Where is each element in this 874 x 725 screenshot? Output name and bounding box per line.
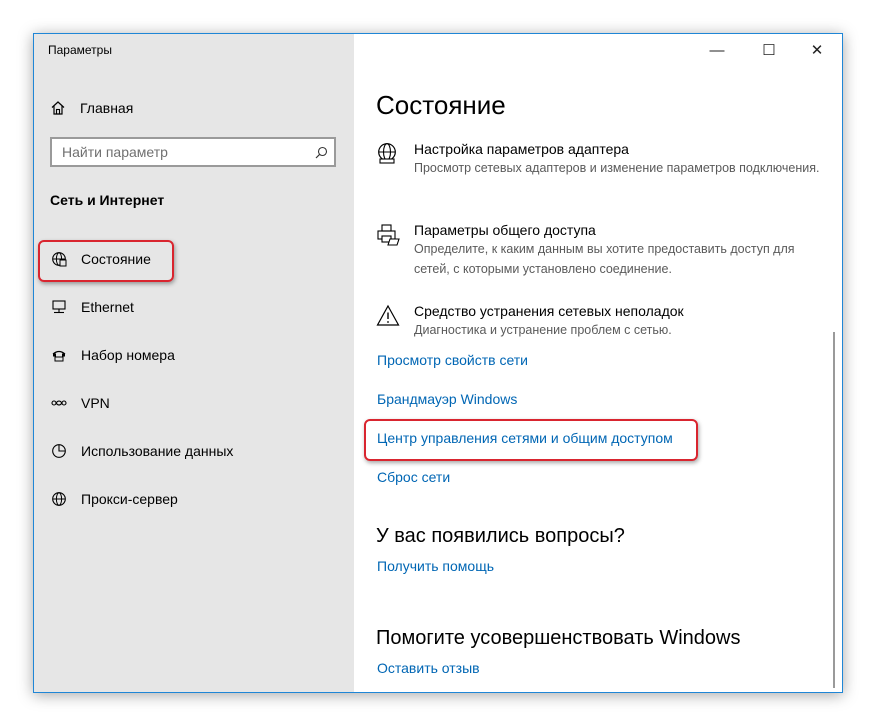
network-sharing-center-link[interactable]: Центр управления сетями и общим доступом xyxy=(377,430,673,446)
feedback-link[interactable]: Оставить отзыв xyxy=(377,660,480,676)
setting-title: Настройка параметров адаптера xyxy=(414,141,629,157)
close-button[interactable]: ✕ xyxy=(794,34,840,66)
sidebar-item-status[interactable]: Состояние xyxy=(50,247,151,271)
sidebar-item-label: Прокси-сервер xyxy=(81,491,178,507)
main-pane: — ☐ ✕ Состояние Настройка параметров ада… xyxy=(354,34,842,692)
settings-window: Параметры Главная Сеть и Интернет Состоя… xyxy=(33,33,843,693)
windows-firewall-link[interactable]: Брандмауэр Windows xyxy=(377,391,517,407)
troubleshooter-item[interactable]: Средство устранения сетевых неполадок Ди… xyxy=(376,302,824,340)
section-title: Сеть и Интернет xyxy=(50,192,165,208)
dialup-icon xyxy=(50,346,68,364)
setting-title: Средство устранения сетевых неполадок xyxy=(414,303,684,319)
home-icon xyxy=(50,100,68,116)
setting-description: Диагностика и устранение проблем с сетью… xyxy=(414,323,672,337)
search-icon[interactable] xyxy=(308,146,334,159)
window-title: Параметры xyxy=(48,43,112,57)
questions-title: У вас появились вопросы? xyxy=(376,525,625,547)
sidebar-item-dialup[interactable]: Набор номера xyxy=(50,343,175,367)
vpn-icon xyxy=(50,394,68,412)
home-nav-item[interactable]: Главная xyxy=(50,96,133,120)
globe-status-icon xyxy=(50,250,68,268)
network-reset-link[interactable]: Сброс сети xyxy=(377,469,450,485)
globe-icon xyxy=(50,490,68,508)
minimize-button[interactable]: — xyxy=(694,34,740,66)
sidebar-item-data-usage[interactable]: Использование данных xyxy=(50,439,233,463)
sidebar-item-label: Набор номера xyxy=(81,347,175,363)
sidebar-item-ethernet[interactable]: Ethernet xyxy=(50,295,134,319)
setting-title: Параметры общего доступа xyxy=(414,222,596,238)
adapter-globe-icon xyxy=(376,140,402,178)
sidebar-item-label: Использование данных xyxy=(81,443,234,459)
maximize-button[interactable]: ☐ xyxy=(746,34,792,66)
sidebar-item-label: Ethernet xyxy=(81,299,134,315)
sidebar-item-vpn[interactable]: VPN xyxy=(50,391,110,415)
sidebar-item-proxy[interactable]: Прокси-сервер xyxy=(50,487,178,511)
sharing-printer-icon xyxy=(376,221,402,279)
home-label: Главная xyxy=(80,100,134,116)
improve-title: Помогите усовершенствовать Windows xyxy=(376,627,741,649)
adapter-settings-item[interactable]: Настройка параметров адаптера Просмотр с… xyxy=(376,140,824,178)
search-box[interactable] xyxy=(50,137,336,167)
sharing-settings-item[interactable]: Параметры общего доступа Определите, к к… xyxy=(376,221,824,279)
page-title: Состояние xyxy=(376,90,506,120)
get-help-link[interactable]: Получить помощь xyxy=(377,558,494,574)
scrollbar[interactable] xyxy=(833,332,835,688)
search-input[interactable] xyxy=(52,139,308,165)
sidebar-item-label: Состояние xyxy=(81,251,151,267)
data-usage-icon xyxy=(50,442,68,460)
warning-icon xyxy=(376,302,402,340)
ethernet-icon xyxy=(50,298,68,316)
sidebar-item-label: VPN xyxy=(81,395,110,411)
sidebar: Параметры Главная Сеть и Интернет Состоя… xyxy=(34,34,354,692)
setting-description: Просмотр сетевых адаптеров и изменение п… xyxy=(414,161,820,175)
setting-description: Определите, к каким данным вы хотите пре… xyxy=(414,242,795,276)
network-properties-link[interactable]: Просмотр свойств сети xyxy=(377,352,528,368)
